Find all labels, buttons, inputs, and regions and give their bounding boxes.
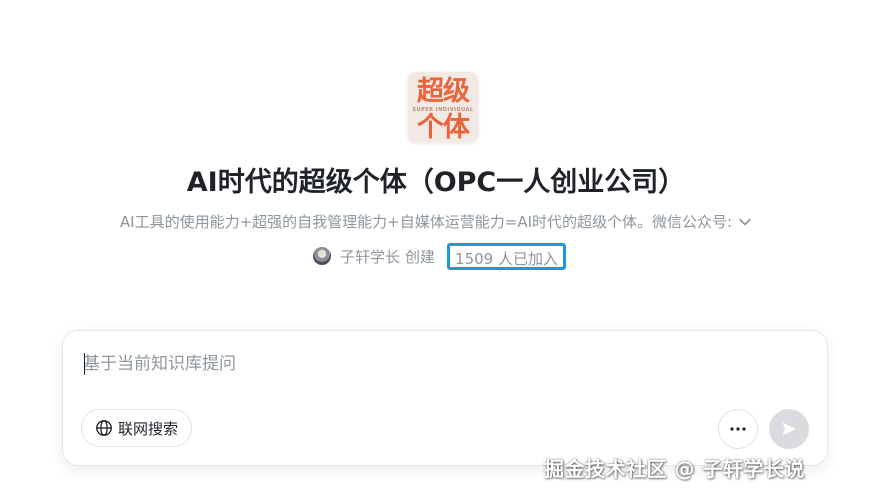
chevron-down-icon[interactable]	[738, 215, 752, 229]
watermark: 掘金技术社区 @ 子轩学长说	[544, 457, 805, 481]
logo-text-top: 超级	[417, 76, 470, 107]
creator-action-label: 创建	[405, 247, 436, 266]
description-row[interactable]: AI工具的使用能力+超强的自我管理能力+自媒体运营能力=AI时代的超级个体。微信…	[0, 211, 872, 233]
knowledge-base-logo: 超级 SUPER INDIVIDUAL 个体	[408, 72, 478, 142]
creator-row: 子轩学长 创建 1509 人已加入	[313, 242, 566, 270]
logo-text-bottom: 个体	[417, 112, 470, 142]
members-count: 1509 人已加入	[447, 242, 566, 270]
web-search-label: 联网搜索	[118, 419, 179, 438]
globe-icon	[96, 420, 112, 436]
chat-input-box: 联网搜索	[62, 330, 828, 466]
description-text: AI工具的使用能力+超强的自我管理能力+自媒体运营能力=AI时代的超级个体。微信…	[119, 213, 733, 231]
more-icon	[730, 427, 746, 431]
more-button[interactable]	[718, 409, 758, 449]
creator-avatar[interactable]	[313, 247, 331, 265]
question-input[interactable]	[83, 351, 783, 377]
text-caret	[84, 353, 85, 375]
send-icon	[782, 422, 796, 436]
send-button[interactable]	[769, 409, 809, 449]
creator-name[interactable]: 子轩学长	[340, 246, 400, 267]
web-search-button[interactable]: 联网搜索	[81, 409, 193, 447]
knowledge-base-title: AI时代的超级个体（OPC一人创业公司）	[186, 167, 686, 198]
